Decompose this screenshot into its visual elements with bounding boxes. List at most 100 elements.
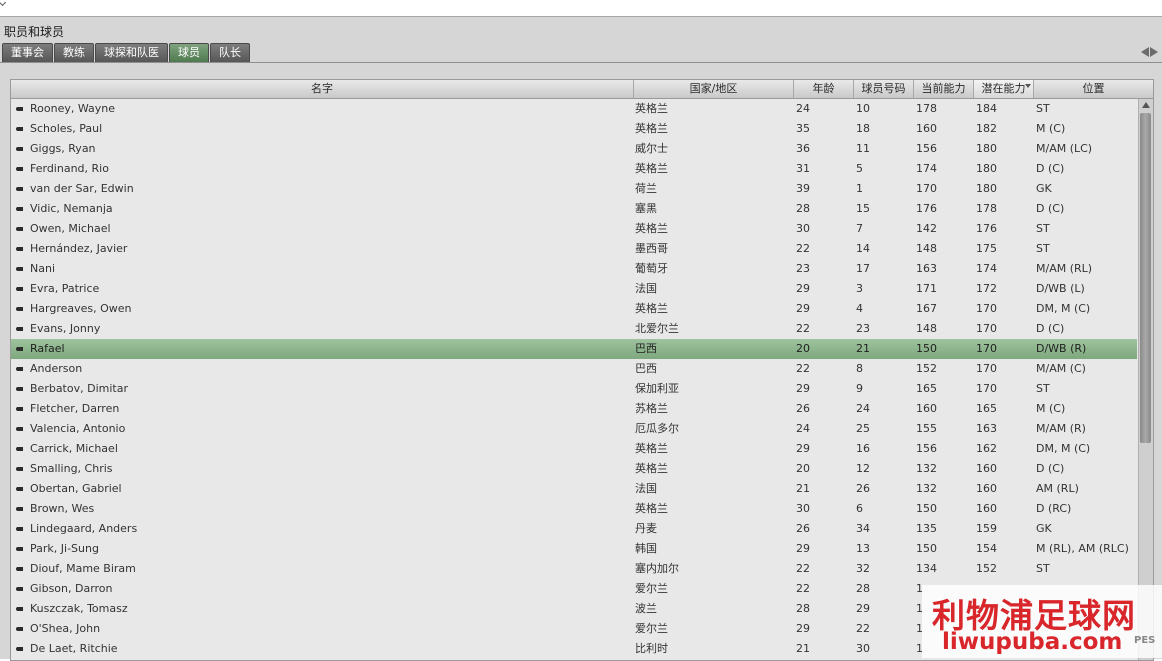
player-potential-ability: 170 [976, 322, 997, 335]
row-bullet-icon[interactable] [16, 167, 23, 171]
player-name: Hernández, Javier [30, 242, 128, 255]
table-row[interactable]: van der Sar, Edwin 荷兰 39 1 170 180 GK [11, 179, 1137, 199]
row-bullet-icon[interactable] [16, 447, 23, 451]
player-age: 29 [796, 382, 810, 395]
table-row[interactable]: Valencia, Antonio 厄瓜多尔 24 25 155 163 M/AM (R) [11, 419, 1137, 439]
table-row[interactable]: Anderson 巴西 22 8 152 170 M/AM (C) [11, 359, 1137, 379]
row-bullet-icon[interactable] [16, 327, 23, 331]
table-row[interactable]: Hernández, Javier 墨西哥 22 14 148 175 ST [11, 239, 1137, 259]
table-row[interactable]: Rooney, Wayne 英格兰 24 10 178 184 ST [11, 99, 1137, 119]
staff-players-window: 职员和球员 董事会 教练 球探和队医 球员 队长 名字 国家/地区 年龄 球员号… [0, 16, 1162, 661]
player-number: 22 [856, 622, 870, 635]
previous-arrow-icon[interactable] [1141, 47, 1149, 57]
row-bullet-icon[interactable] [16, 607, 23, 611]
column-header-current-ability[interactable]: 当前能力 [914, 80, 974, 98]
player-name: Fletcher, Darren [30, 402, 120, 415]
table-row[interactable]: Rafael 巴西 20 21 150 170 D/WB (R) [11, 339, 1137, 359]
row-bullet-icon[interactable] [16, 407, 23, 411]
row-bullet-icon[interactable] [16, 587, 23, 591]
column-header-number[interactable]: 球员号码 [854, 80, 914, 98]
column-header-age[interactable]: 年龄 [794, 80, 854, 98]
row-bullet-icon[interactable] [16, 207, 23, 211]
table-rows: Rooney, Wayne 英格兰 24 10 178 184 ST Scholes, Pau… [11, 99, 1137, 659]
player-name: Park, Ji-Sung [30, 542, 99, 555]
player-nation: 英格兰 [635, 222, 668, 235]
player-nation: 法国 [635, 482, 657, 495]
scroll-up-icon[interactable] [1142, 102, 1150, 108]
row-bullet-icon[interactable] [16, 487, 23, 491]
column-header-name[interactable]: 名字 [11, 80, 634, 98]
player-nation: 塞内加尔 [635, 562, 679, 575]
vertical-scrollbar[interactable] [1138, 99, 1153, 660]
row-bullet-icon[interactable] [16, 247, 23, 251]
row-bullet-icon[interactable] [16, 107, 23, 111]
player-potential-ability: 170 [976, 342, 997, 355]
player-name: Smalling, Chris [30, 462, 113, 475]
table-row[interactable]: Vidic, Nemanja 塞黑 28 15 176 178 D (C) [11, 199, 1137, 219]
tab-players[interactable]: 球员 [169, 43, 209, 62]
table-row[interactable]: Nani 葡萄牙 23 17 163 174 M/AM (RL) [11, 259, 1137, 279]
table-row[interactable]: Ferdinand, Rio 英格兰 31 5 174 180 D (C) [11, 159, 1137, 179]
table-row[interactable]: Carrick, Michael 英格兰 29 16 156 162 DM, M (C) [11, 439, 1137, 459]
row-bullet-icon[interactable] [16, 347, 23, 351]
tab-board[interactable]: 董事会 [2, 43, 53, 62]
player-potential-ability: 163 [976, 422, 997, 435]
row-bullet-icon[interactable] [16, 367, 23, 371]
row-bullet-icon[interactable] [16, 387, 23, 391]
row-bullet-icon[interactable] [16, 287, 23, 291]
table-row[interactable]: Hargreaves, Owen 英格兰 29 4 167 170 DM, M (C) [11, 299, 1137, 319]
row-bullet-icon[interactable] [16, 507, 23, 511]
player-number: 29 [856, 602, 870, 615]
column-header-position[interactable]: 位置 [1034, 80, 1153, 98]
table-row[interactable]: Smalling, Chris 英格兰 20 12 132 160 D (C) [11, 459, 1137, 479]
table-row[interactable]: Evans, Jonny 北爱尔兰 22 23 148 170 D (C) [11, 319, 1137, 339]
player-number: 7 [856, 222, 863, 235]
tab-coaches[interactable]: 教练 [54, 43, 94, 62]
row-bullet-icon[interactable] [16, 127, 23, 131]
table-row[interactable]: Giggs, Ryan 威尔士 36 11 156 180 M/AM (LC) [11, 139, 1137, 159]
row-bullet-icon[interactable] [16, 227, 23, 231]
table-row[interactable]: Evra, Patrice 法国 29 3 171 172 D/WB (L) [11, 279, 1137, 299]
row-bullet-icon[interactable] [16, 567, 23, 571]
player-position: M/AM (R) [1036, 422, 1086, 435]
player-nation: 爱尔兰 [635, 582, 668, 595]
player-number: 1 [856, 182, 863, 195]
player-position: M (C) [1036, 402, 1066, 415]
player-number: 25 [856, 422, 870, 435]
player-position: D/WB (L) [1036, 282, 1085, 295]
table-row[interactable]: Owen, Michael 英格兰 30 7 142 176 ST [11, 219, 1137, 239]
player-number: 16 [856, 442, 870, 455]
row-bullet-icon[interactable] [16, 467, 23, 471]
scrollbar-thumb[interactable] [1140, 113, 1151, 443]
player-age: 21 [796, 642, 810, 655]
table-row[interactable]: Diouf, Mame Biram 塞内加尔 22 32 134 152 ST [11, 559, 1137, 579]
player-number: 6 [856, 502, 863, 515]
player-current-ability: 155 [916, 422, 937, 435]
column-header-nation[interactable]: 国家/地区 [634, 80, 794, 98]
row-bullet-icon[interactable] [16, 267, 23, 271]
table-row[interactable]: Brown, Wes 英格兰 30 6 150 160 D (RC) [11, 499, 1137, 519]
table-row[interactable]: Park, Ji-Sung 韩国 29 13 150 154 M (RL), AM (RLC… [11, 539, 1137, 559]
row-bullet-icon[interactable] [16, 427, 23, 431]
next-arrow-icon[interactable] [1150, 47, 1158, 57]
table-row[interactable]: Scholes, Paul 英格兰 35 18 160 182 M (C) [11, 119, 1137, 139]
player-name: Scholes, Paul [30, 122, 103, 135]
tab-scouts-physios[interactable]: 球探和队医 [95, 43, 168, 62]
row-bullet-icon[interactable] [16, 307, 23, 311]
row-bullet-icon[interactable] [16, 187, 23, 191]
player-number: 23 [856, 322, 870, 335]
row-bullet-icon[interactable] [16, 147, 23, 151]
row-bullet-icon[interactable] [16, 527, 23, 531]
column-header-potential-ability[interactable]: 潜在能力 [974, 80, 1034, 98]
table-row[interactable]: Obertan, Gabriel 法国 21 26 132 160 AM (RL) [11, 479, 1137, 499]
row-bullet-icon[interactable] [16, 627, 23, 631]
table-row[interactable]: Lindegaard, Anders 丹麦 26 34 135 159 GK [11, 519, 1137, 539]
table-row[interactable]: Fletcher, Darren 苏格兰 26 24 160 165 M (C) [11, 399, 1137, 419]
table-row[interactable]: Berbatov, Dimitar 保加利亚 29 9 165 170 ST [11, 379, 1137, 399]
tab-captains[interactable]: 队长 [210, 43, 250, 62]
player-age: 39 [796, 182, 810, 195]
row-bullet-icon[interactable] [16, 547, 23, 551]
player-age: 22 [796, 322, 810, 335]
player-position: DM, M (C) [1036, 302, 1091, 315]
row-bullet-icon[interactable] [16, 647, 23, 651]
